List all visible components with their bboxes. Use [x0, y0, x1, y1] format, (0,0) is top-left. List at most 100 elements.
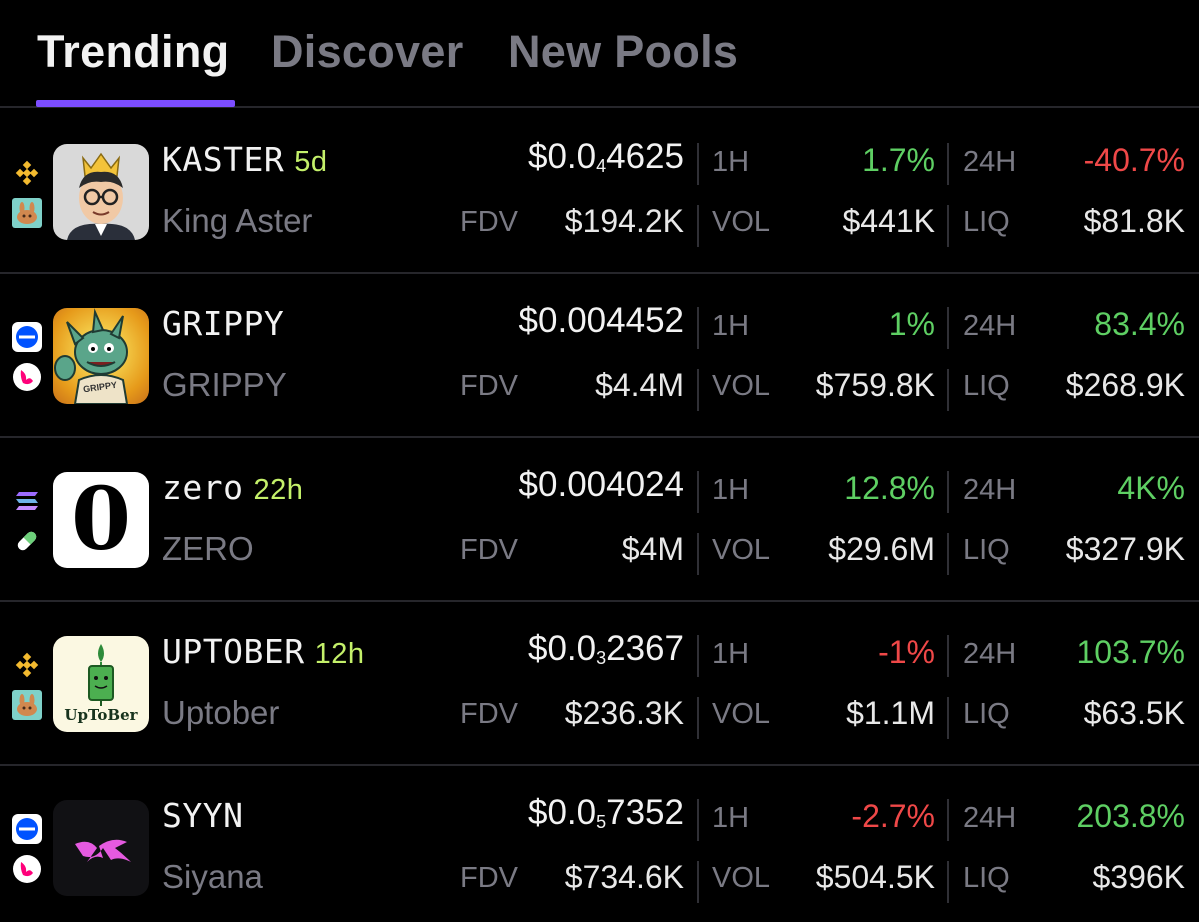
vol-value: $29.6M [828, 531, 935, 567]
uniswap-icon [12, 854, 42, 884]
column-divider [697, 143, 699, 185]
change-24h: 4K% [1117, 470, 1185, 506]
token-name: GRIPPY [162, 366, 287, 403]
token-row[interactable]: 0 zero 22h ZERO $0.004024 1H 12.8% 24H 4K… [0, 438, 1199, 602]
column-divider [947, 307, 949, 349]
column-divider [697, 799, 699, 841]
column-divider [947, 369, 949, 411]
label-1h: 1H [712, 146, 750, 178]
token-row[interactable]: SYYN Siyana $0.057352 1H -2.7% 24H 203.8… [0, 766, 1199, 922]
vol-value: $441K [842, 203, 935, 239]
token-price: $0.004024 [518, 465, 684, 504]
zero-avatar: 0 [53, 472, 149, 568]
label-fdv: FDV [460, 370, 518, 402]
column-divider [697, 635, 699, 677]
grippy-avatar: GRIPPY [53, 308, 149, 404]
token-age: 12h [314, 638, 365, 670]
token-symbol: GRIPPY [162, 304, 284, 343]
label-fdv: FDV [460, 862, 518, 894]
label-liq: LIQ [963, 534, 1010, 566]
column-divider [697, 205, 699, 247]
change-24h: 203.8% [1076, 798, 1185, 834]
label-24h: 24H [963, 638, 1017, 670]
column-divider [947, 635, 949, 677]
pancakeswap-icon [12, 690, 42, 720]
liq-value: $81.8K [1083, 203, 1185, 239]
column-divider [697, 471, 699, 513]
siyana-avatar [53, 800, 149, 896]
column-divider [947, 861, 949, 903]
uniswap-icon [12, 362, 42, 392]
label-liq: LIQ [963, 698, 1010, 730]
liq-value: $268.9K [1065, 367, 1185, 403]
label-liq: LIQ [963, 370, 1010, 402]
label-24h: 24H [963, 310, 1017, 342]
column-divider [947, 471, 949, 513]
tab-trending[interactable]: Trending [37, 26, 229, 78]
token-price: $0.032367 [527, 629, 684, 668]
token-price: $0.044625 [527, 137, 684, 176]
fdv-value: $236.3K [564, 695, 684, 731]
token-symbol-text: GRIPPY [162, 304, 285, 343]
token-name: Siyana [162, 858, 263, 895]
column-divider [697, 697, 699, 739]
label-liq: LIQ [963, 206, 1010, 238]
change-24h: 83.4% [1094, 306, 1185, 342]
liq-value: $63.5K [1083, 695, 1185, 731]
label-1h: 1H [712, 474, 750, 506]
change-1h: -1% [878, 634, 935, 670]
column-divider [947, 143, 949, 185]
token-age: 5d [294, 146, 328, 178]
token-row[interactable]: UpToBer UPTOBER 12h Uptober $0.032367 1H … [0, 602, 1199, 766]
fdv-value: $734.6K [564, 859, 684, 895]
column-divider [947, 533, 949, 575]
solana-chain-icon [12, 486, 42, 516]
token-symbol: SYYN [162, 796, 243, 835]
token-name: King Aster [162, 202, 313, 239]
base-chain-icon [12, 814, 42, 844]
token-name: ZERO [162, 530, 254, 567]
label-vol: VOL [712, 534, 771, 566]
column-divider [697, 533, 699, 575]
column-divider [947, 205, 949, 247]
label-vol: VOL [712, 862, 771, 894]
token-price: $0.004452 [518, 301, 684, 340]
pill-icon [12, 526, 42, 556]
vol-value: $1.1M [846, 695, 935, 731]
column-divider [947, 697, 949, 739]
fdv-value: $4.4M [595, 367, 684, 403]
label-1h: 1H [712, 310, 750, 342]
pancakeswap-icon [12, 198, 42, 228]
token-name: Uptober [162, 694, 280, 731]
token-symbol-text: zero [162, 468, 244, 507]
token-row[interactable]: KASTER 5d King Aster $0.044625 1H 1.7% 24… [0, 110, 1199, 274]
bnb-chain-icon [12, 158, 42, 188]
vol-value: $759.8K [815, 367, 935, 403]
change-1h: 1.7% [862, 142, 935, 178]
label-1h: 1H [712, 802, 750, 834]
token-symbol-text: UPTOBER [162, 632, 305, 671]
label-1h: 1H [712, 638, 750, 670]
label-24h: 24H [963, 474, 1017, 506]
label-liq: LIQ [963, 862, 1010, 894]
change-24h: 103.7% [1076, 634, 1185, 670]
liq-value: $396K [1092, 859, 1185, 895]
label-fdv: FDV [460, 206, 518, 238]
bnb-chain-icon [12, 650, 42, 680]
token-row[interactable]: GRIPPY GRIPPY GRIPPY $0.004452 1H 1% 24H… [0, 274, 1199, 438]
token-price: $0.057352 [527, 793, 684, 832]
column-divider [947, 799, 949, 841]
token-symbol-text: SYYN [162, 796, 244, 835]
fdv-value: $194.2K [564, 203, 684, 239]
liq-value: $327.9K [1065, 531, 1185, 567]
tab-discover[interactable]: Discover [271, 26, 464, 78]
label-vol: VOL [712, 698, 771, 730]
fdv-value: $4M [621, 531, 684, 567]
change-1h: 12.8% [844, 470, 935, 506]
tab-bar: Trending Discover New Pools [0, 0, 1199, 108]
token-symbol-text: KASTER [162, 140, 285, 179]
label-fdv: FDV [460, 534, 518, 566]
token-symbol: UPTOBER 12h [162, 632, 364, 671]
tab-new-pools[interactable]: New Pools [508, 26, 738, 78]
label-fdv: FDV [460, 698, 518, 730]
